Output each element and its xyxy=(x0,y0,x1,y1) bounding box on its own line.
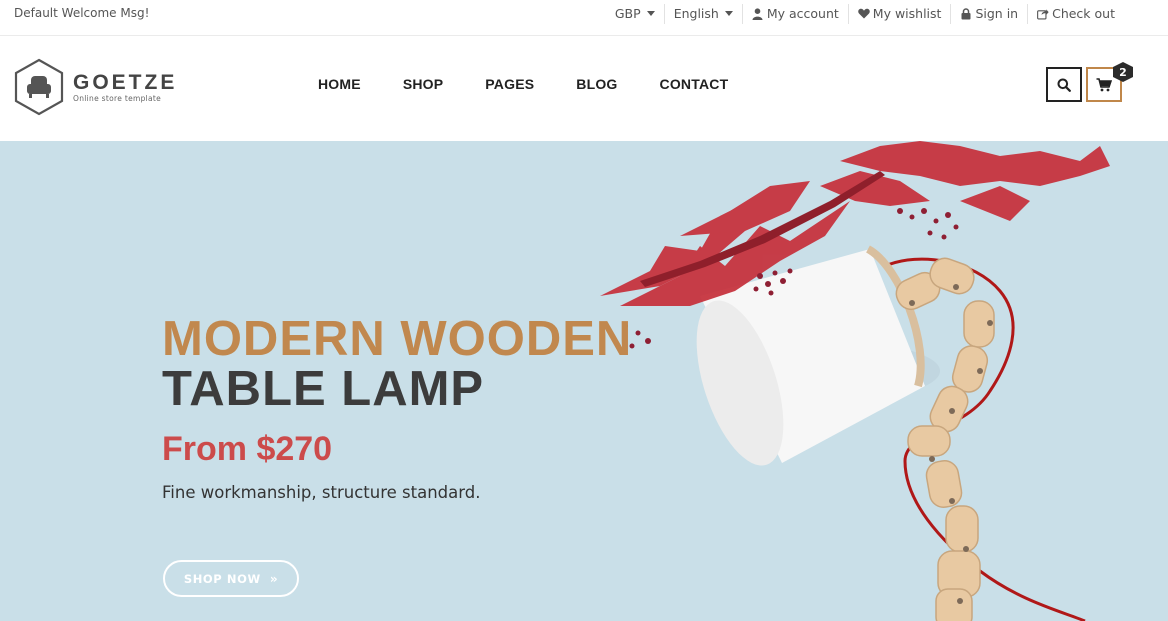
currency-select[interactable]: GBP xyxy=(606,4,664,24)
caret-down-icon xyxy=(646,11,655,16)
check-out-label: Check out xyxy=(1052,6,1115,21)
brand-tagline: Online store template xyxy=(73,93,162,103)
sign-in-label: Sign in xyxy=(975,6,1019,21)
main-nav: HOME SHOP PAGES BLOG CONTACT xyxy=(297,76,749,92)
shop-now-button[interactable]: SHOP NOW » xyxy=(163,560,299,597)
language-label: English xyxy=(673,6,719,21)
brand-name: GOETZE xyxy=(73,70,178,94)
check-out-link[interactable]: Check out xyxy=(1027,3,1124,24)
nav-shop[interactable]: SHOP xyxy=(382,76,464,92)
shop-now-label: SHOP NOW xyxy=(183,571,261,586)
sign-in-link[interactable]: Sign in xyxy=(950,3,1027,24)
user-icon xyxy=(752,7,764,20)
my-wishlist-link[interactable]: My wishlist xyxy=(847,3,951,24)
cart-count: 2 xyxy=(1119,65,1127,79)
cart-count-badge: 2 xyxy=(1112,62,1134,82)
nav-blog[interactable]: BLOG xyxy=(555,76,638,92)
nav-home[interactable]: HOME xyxy=(297,76,382,92)
search-icon xyxy=(1057,78,1071,92)
my-account-label: My account xyxy=(766,6,839,21)
search-button[interactable] xyxy=(1046,67,1082,102)
hero-description: Fine workmanship, structure standard. xyxy=(162,483,481,502)
hero-price: From $270 xyxy=(162,430,333,468)
nav-pages[interactable]: PAGES xyxy=(464,76,555,92)
share-icon xyxy=(1037,8,1049,20)
top-bar: Default Welcome Msg! GBP English My acco… xyxy=(0,0,1168,36)
language-select[interactable]: English xyxy=(663,3,742,24)
my-account-link[interactable]: My account xyxy=(741,3,848,24)
welcome-message: Default Welcome Msg! xyxy=(14,6,150,20)
nav-contact[interactable]: CONTACT xyxy=(639,76,750,92)
armchair-logo-icon xyxy=(14,58,64,116)
heart-icon xyxy=(858,8,870,20)
cart-icon xyxy=(1096,77,1112,91)
caret-down-icon xyxy=(724,11,733,16)
hero-banner: MODERN WOODEN TABLE LAMP From $270 Fine … xyxy=(0,141,1168,621)
site-logo[interactable]: GOETZE Online store template xyxy=(13,58,177,116)
double-chevron-right-icon: » xyxy=(269,571,279,586)
site-header: GOETZE Online store template HOME SHOP P… xyxy=(0,36,1168,141)
top-links: GBP English My account My wishlist Sign … xyxy=(606,0,1124,26)
currency-label: GBP xyxy=(614,6,641,21)
hero-title-line2: TABLE LAMP xyxy=(162,362,485,416)
my-wishlist-label: My wishlist xyxy=(872,6,942,21)
lock-icon xyxy=(960,7,972,20)
hero-title-line1: MODERN WOODEN xyxy=(162,312,633,366)
